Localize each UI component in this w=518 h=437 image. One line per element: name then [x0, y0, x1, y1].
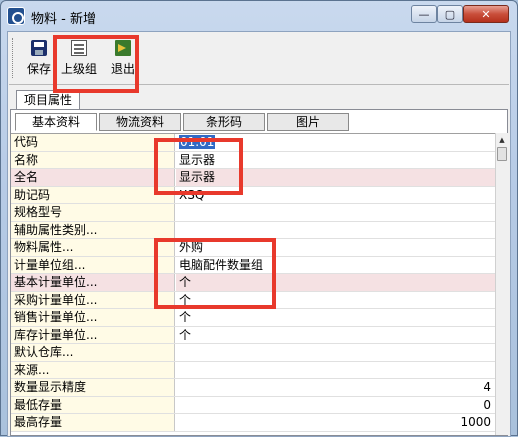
row-label: 最高存量 — [11, 414, 175, 431]
window-title: 物料 - 新增 — [31, 12, 96, 27]
properties-panel: 基本资料 物流资料 条形码 图片 代码 01.01 名称 显示器 全名 显示器 — [10, 109, 508, 436]
row-label: 来源... — [11, 361, 175, 378]
tab-picture[interactable]: 图片 — [267, 113, 349, 131]
mnemonic-field[interactable]: XSQ — [176, 187, 495, 204]
material-new-window: 物料 - 新增 — ▢ ✕ 保存 上级组 退出 项目属性 基本资料 物流资料 条… — [0, 0, 518, 437]
maximize-button[interactable]: ▢ — [437, 5, 463, 23]
row-default-warehouse[interactable]: 默认仓库... — [11, 344, 495, 362]
row-source[interactable]: 来源... — [11, 361, 495, 379]
row-code[interactable]: 代码 01.01 — [11, 134, 495, 152]
tab-logistics[interactable]: 物流资料 — [99, 113, 181, 131]
row-label: 销售计量单位... — [11, 309, 175, 326]
save-button-label: 保存 — [26, 62, 51, 76]
minimize-button[interactable]: — — [411, 5, 437, 23]
name-field[interactable]: 显示器 — [176, 152, 495, 169]
tab-item-properties[interactable]: 项目属性 — [16, 90, 80, 110]
row-name[interactable]: 名称 显示器 — [11, 151, 495, 169]
close-icon: ✕ — [481, 7, 491, 21]
row-label: 助记码 — [11, 186, 175, 203]
row-material-attr[interactable]: 物料属性... 外购 — [11, 239, 495, 257]
row-label: 采购计量单位... — [11, 291, 175, 308]
row-max-stock[interactable]: 最高存量 1000 — [11, 414, 495, 432]
code-value: 01.01 — [179, 135, 216, 149]
row-label: 全名 — [11, 169, 175, 186]
row-label: 默认仓库... — [11, 344, 175, 361]
exit-button[interactable]: 退出 — [106, 36, 140, 80]
row-stock-unit[interactable]: 库存计量单位... 个 — [11, 326, 495, 344]
default-warehouse-field[interactable] — [176, 344, 495, 361]
row-label: 规格型号 — [11, 204, 175, 221]
minimize-icon: — — [418, 7, 430, 21]
parent-group-button-label: 上级组 — [60, 62, 97, 76]
scrollbar-thumb[interactable] — [497, 147, 507, 161]
client-area: 保存 上级组 退出 项目属性 基本资料 物流资料 条形码 图片 代码 01.01… — [7, 31, 511, 437]
max-stock-field[interactable]: 1000 — [176, 414, 495, 431]
row-mnemonic[interactable]: 助记码 XSQ — [11, 186, 495, 204]
row-label: 辅助属性类别... — [11, 221, 175, 238]
unit-group-field[interactable]: 电脑配件数量组 — [176, 257, 495, 274]
app-icon — [7, 7, 25, 25]
row-label: 名称 — [11, 151, 175, 168]
save-disk-icon — [31, 40, 47, 56]
parent-group-button[interactable]: 上级组 — [58, 36, 100, 80]
toolbar-separator — [9, 84, 509, 85]
row-label: 库存计量单位... — [11, 326, 175, 343]
purchase-unit-field[interactable]: 个 — [176, 292, 495, 309]
exit-door-icon — [115, 40, 131, 56]
spec-model-field[interactable] — [176, 204, 495, 221]
row-full-name[interactable]: 全名 显示器 — [11, 169, 495, 187]
stock-unit-field[interactable]: 个 — [176, 327, 495, 344]
min-stock-field[interactable]: 0 — [176, 397, 495, 414]
aux-attr-category-field[interactable] — [176, 222, 495, 239]
row-spec-model[interactable]: 规格型号 — [11, 204, 495, 222]
exit-button-label: 退出 — [110, 62, 135, 76]
title-bar[interactable]: 物料 - 新增 — ▢ ✕ — [1, 1, 517, 31]
close-button[interactable]: ✕ — [463, 5, 509, 23]
row-qty-precision[interactable]: 数量显示精度 4 — [11, 379, 495, 397]
toolbar-grip[interactable] — [12, 38, 15, 78]
tab-barcode[interactable]: 条形码 — [183, 113, 265, 131]
row-label: 基本计量单位... — [11, 274, 175, 291]
property-grid: 代码 01.01 名称 显示器 全名 显示器 助记码 XSQ 规格型号 辅助属性… — [11, 133, 495, 435]
row-sales-unit[interactable]: 销售计量单位... 个 — [11, 309, 495, 327]
row-unit-group[interactable]: 计量单位组... 电脑配件数量组 — [11, 256, 495, 274]
row-purchase-unit[interactable]: 采购计量单位... 个 — [11, 291, 495, 309]
row-min-stock[interactable]: 最低存量 0 — [11, 396, 495, 414]
base-unit-field[interactable]: 个 — [176, 274, 495, 291]
grid-scrollbar[interactable]: ▲ — [495, 133, 508, 435]
toolbar: 保存 上级组 退出 — [8, 32, 510, 84]
row-label: 代码 — [11, 134, 175, 151]
full-name-field[interactable]: 显示器 — [176, 169, 495, 186]
sales-unit-field[interactable]: 个 — [176, 309, 495, 326]
code-field[interactable]: 01.01 — [176, 134, 495, 151]
material-attr-field[interactable]: 外购 — [176, 239, 495, 256]
row-base-unit[interactable]: 基本计量单位... 个 — [11, 274, 495, 292]
maximize-icon: ▢ — [444, 7, 456, 21]
qty-precision-field[interactable]: 4 — [176, 379, 495, 396]
tab-basic-info[interactable]: 基本资料 — [15, 113, 97, 131]
source-field[interactable] — [176, 362, 495, 379]
row-label: 数量显示精度 — [11, 379, 175, 396]
row-label: 物料属性... — [11, 239, 175, 256]
row-label: 计量单位组... — [11, 256, 175, 273]
save-button[interactable]: 保存 — [22, 36, 56, 80]
row-label: 最低存量 — [11, 396, 175, 413]
scroll-up-arrow-icon[interactable]: ▲ — [496, 133, 508, 146]
row-aux-attr-category[interactable]: 辅助属性类别... — [11, 221, 495, 239]
document-list-icon — [71, 40, 87, 56]
